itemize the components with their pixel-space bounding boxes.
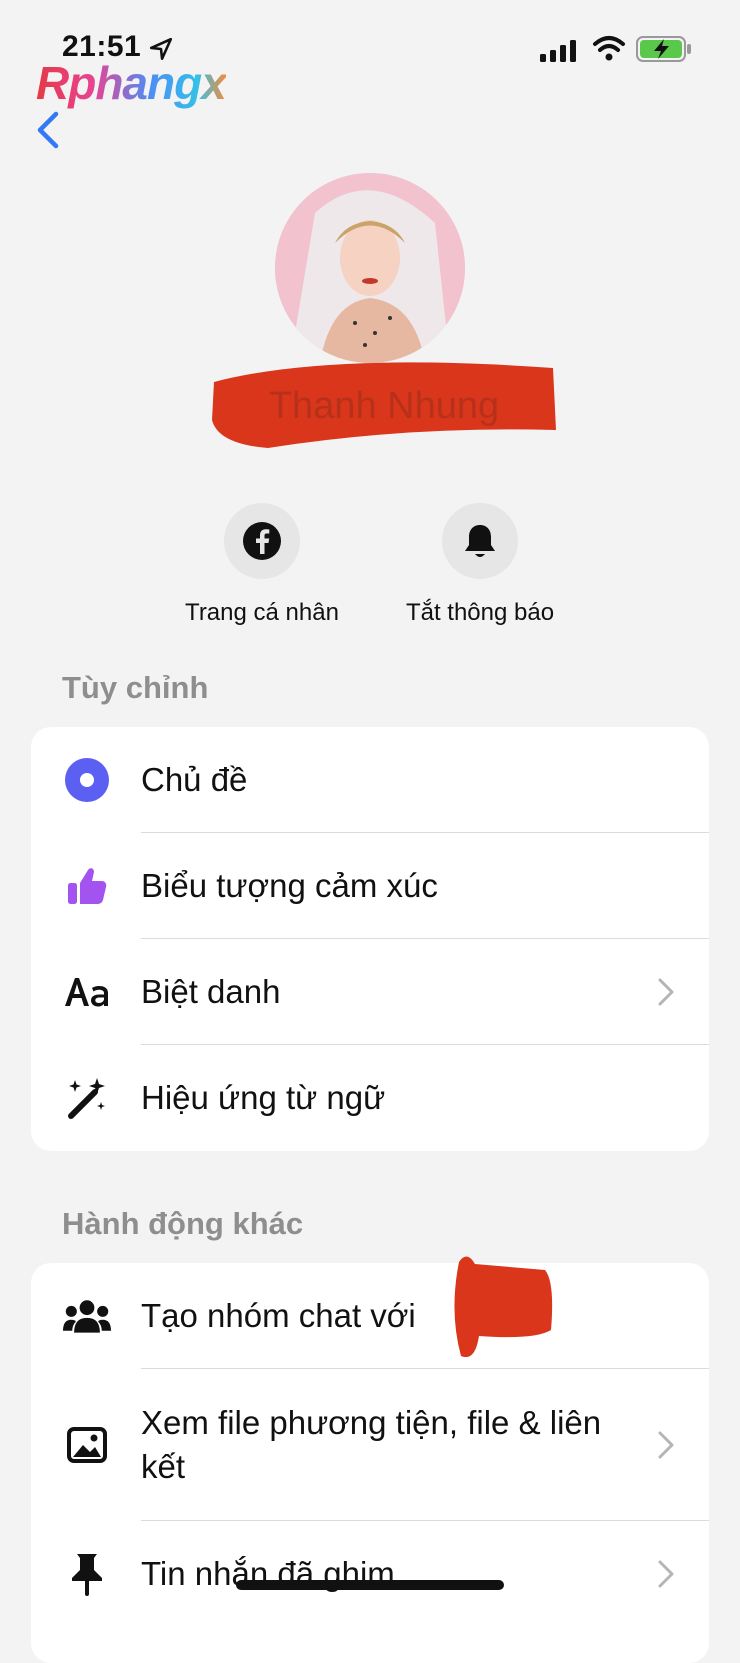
emoji-row[interactable]: Biểu tượng cảm xúc [31,833,709,939]
redaction-mark [454,1256,553,1358]
chevron-right-icon [658,1560,674,1588]
profile-page-button[interactable]: Trang cá nhân [162,503,362,627]
nickname-row[interactable]: Biệt danh [31,939,709,1045]
mute-notifications-button[interactable]: Tắt thông báo [380,503,580,627]
word-effects-label: Hiệu ứng từ ngữ [141,1079,386,1116]
nickname-label: Biệt danh [141,973,281,1010]
chevron-right-icon [658,978,674,1006]
home-indicator[interactable] [236,1580,504,1590]
customize-card: Chủ đề Biểu tượng cảm xúc Biệt danh Hiệu… [31,727,709,1151]
wifi-icon [593,36,625,61]
chevron-right-icon [658,1431,674,1459]
profile-avatar[interactable] [275,173,465,363]
mute-notifications-circle [442,503,518,579]
watermark-logo: Rphangx [36,57,227,109]
magic-wand-icon [63,1074,111,1122]
media-files-links-label: Xem file phương tiện, file & liên kết [141,1404,602,1485]
section-title-more-actions: Hành động khác [62,1206,304,1241]
theme-row[interactable]: Chủ đề [31,727,709,833]
cell-signal-icon [540,40,576,62]
text-aa-icon [63,968,111,1016]
theme-label: Chủ đề [141,761,248,798]
back-button[interactable] [30,108,70,152]
profile-name: Thanh Nhung [208,360,560,452]
section-title-customize: Tùy chỉnh [62,670,209,705]
pinned-messages-row[interactable]: Tin nhắn đã ghim [31,1521,709,1627]
create-group-label: Tạo nhóm chat với [141,1297,416,1334]
profile-page-circle [224,503,300,579]
more-actions-card: Tạo nhóm chat với Xem file phương tiện, … [31,1263,709,1663]
create-group-row[interactable]: Tạo nhóm chat với [31,1263,709,1369]
avatar-image [275,173,465,363]
profile-page-label: Trang cá nhân [185,599,339,626]
media-files-links-row[interactable]: Xem file phương tiện, file & liên kết [31,1369,709,1521]
mute-notifications-label: Tắt thông báo [405,599,555,626]
emoji-label: Biểu tượng cảm xúc [141,867,438,904]
word-effects-row[interactable]: Hiệu ứng từ ngữ [31,1045,709,1151]
thumbs-up-icon [63,862,111,910]
battery-charging-icon [636,36,691,62]
pin-icon [63,1550,111,1598]
group-icon [63,1292,111,1340]
facebook-icon [243,522,281,560]
theme-icon [63,756,111,804]
image-icon [63,1421,111,1469]
bell-icon [465,525,495,557]
